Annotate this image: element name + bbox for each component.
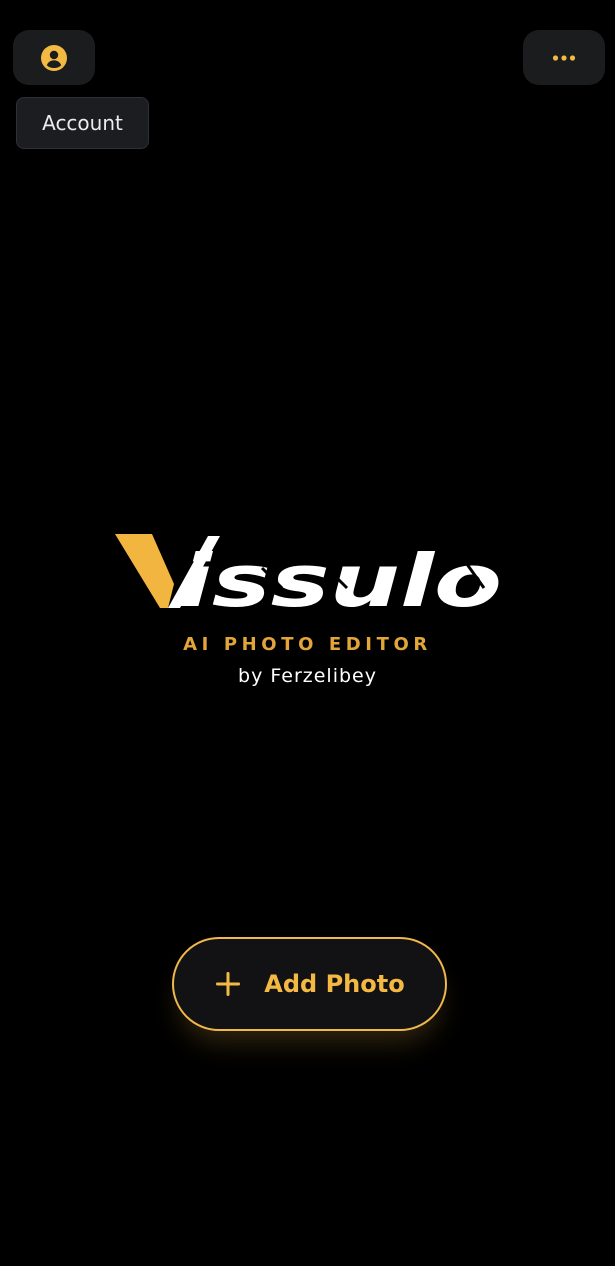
home-screen: Account issulo AI PHOTO EDITOR by Ferzel… xyxy=(0,0,615,1266)
tagline: AI PHOTO EDITOR xyxy=(183,634,432,655)
more-options-button[interactable] xyxy=(523,30,605,85)
byline: by Ferzelibey xyxy=(238,665,377,687)
account-tooltip: Account xyxy=(16,97,149,149)
vissulo-logo: issulo xyxy=(115,534,502,614)
add-photo-label: Add Photo xyxy=(264,970,405,998)
person-circle-icon xyxy=(41,44,67,71)
svg-text:issulo: issulo xyxy=(178,539,502,614)
more-horizontal-icon xyxy=(552,54,576,61)
account-button[interactable] xyxy=(13,30,95,85)
add-photo-button[interactable]: Add Photo xyxy=(172,937,447,1031)
plus-icon xyxy=(214,970,242,998)
